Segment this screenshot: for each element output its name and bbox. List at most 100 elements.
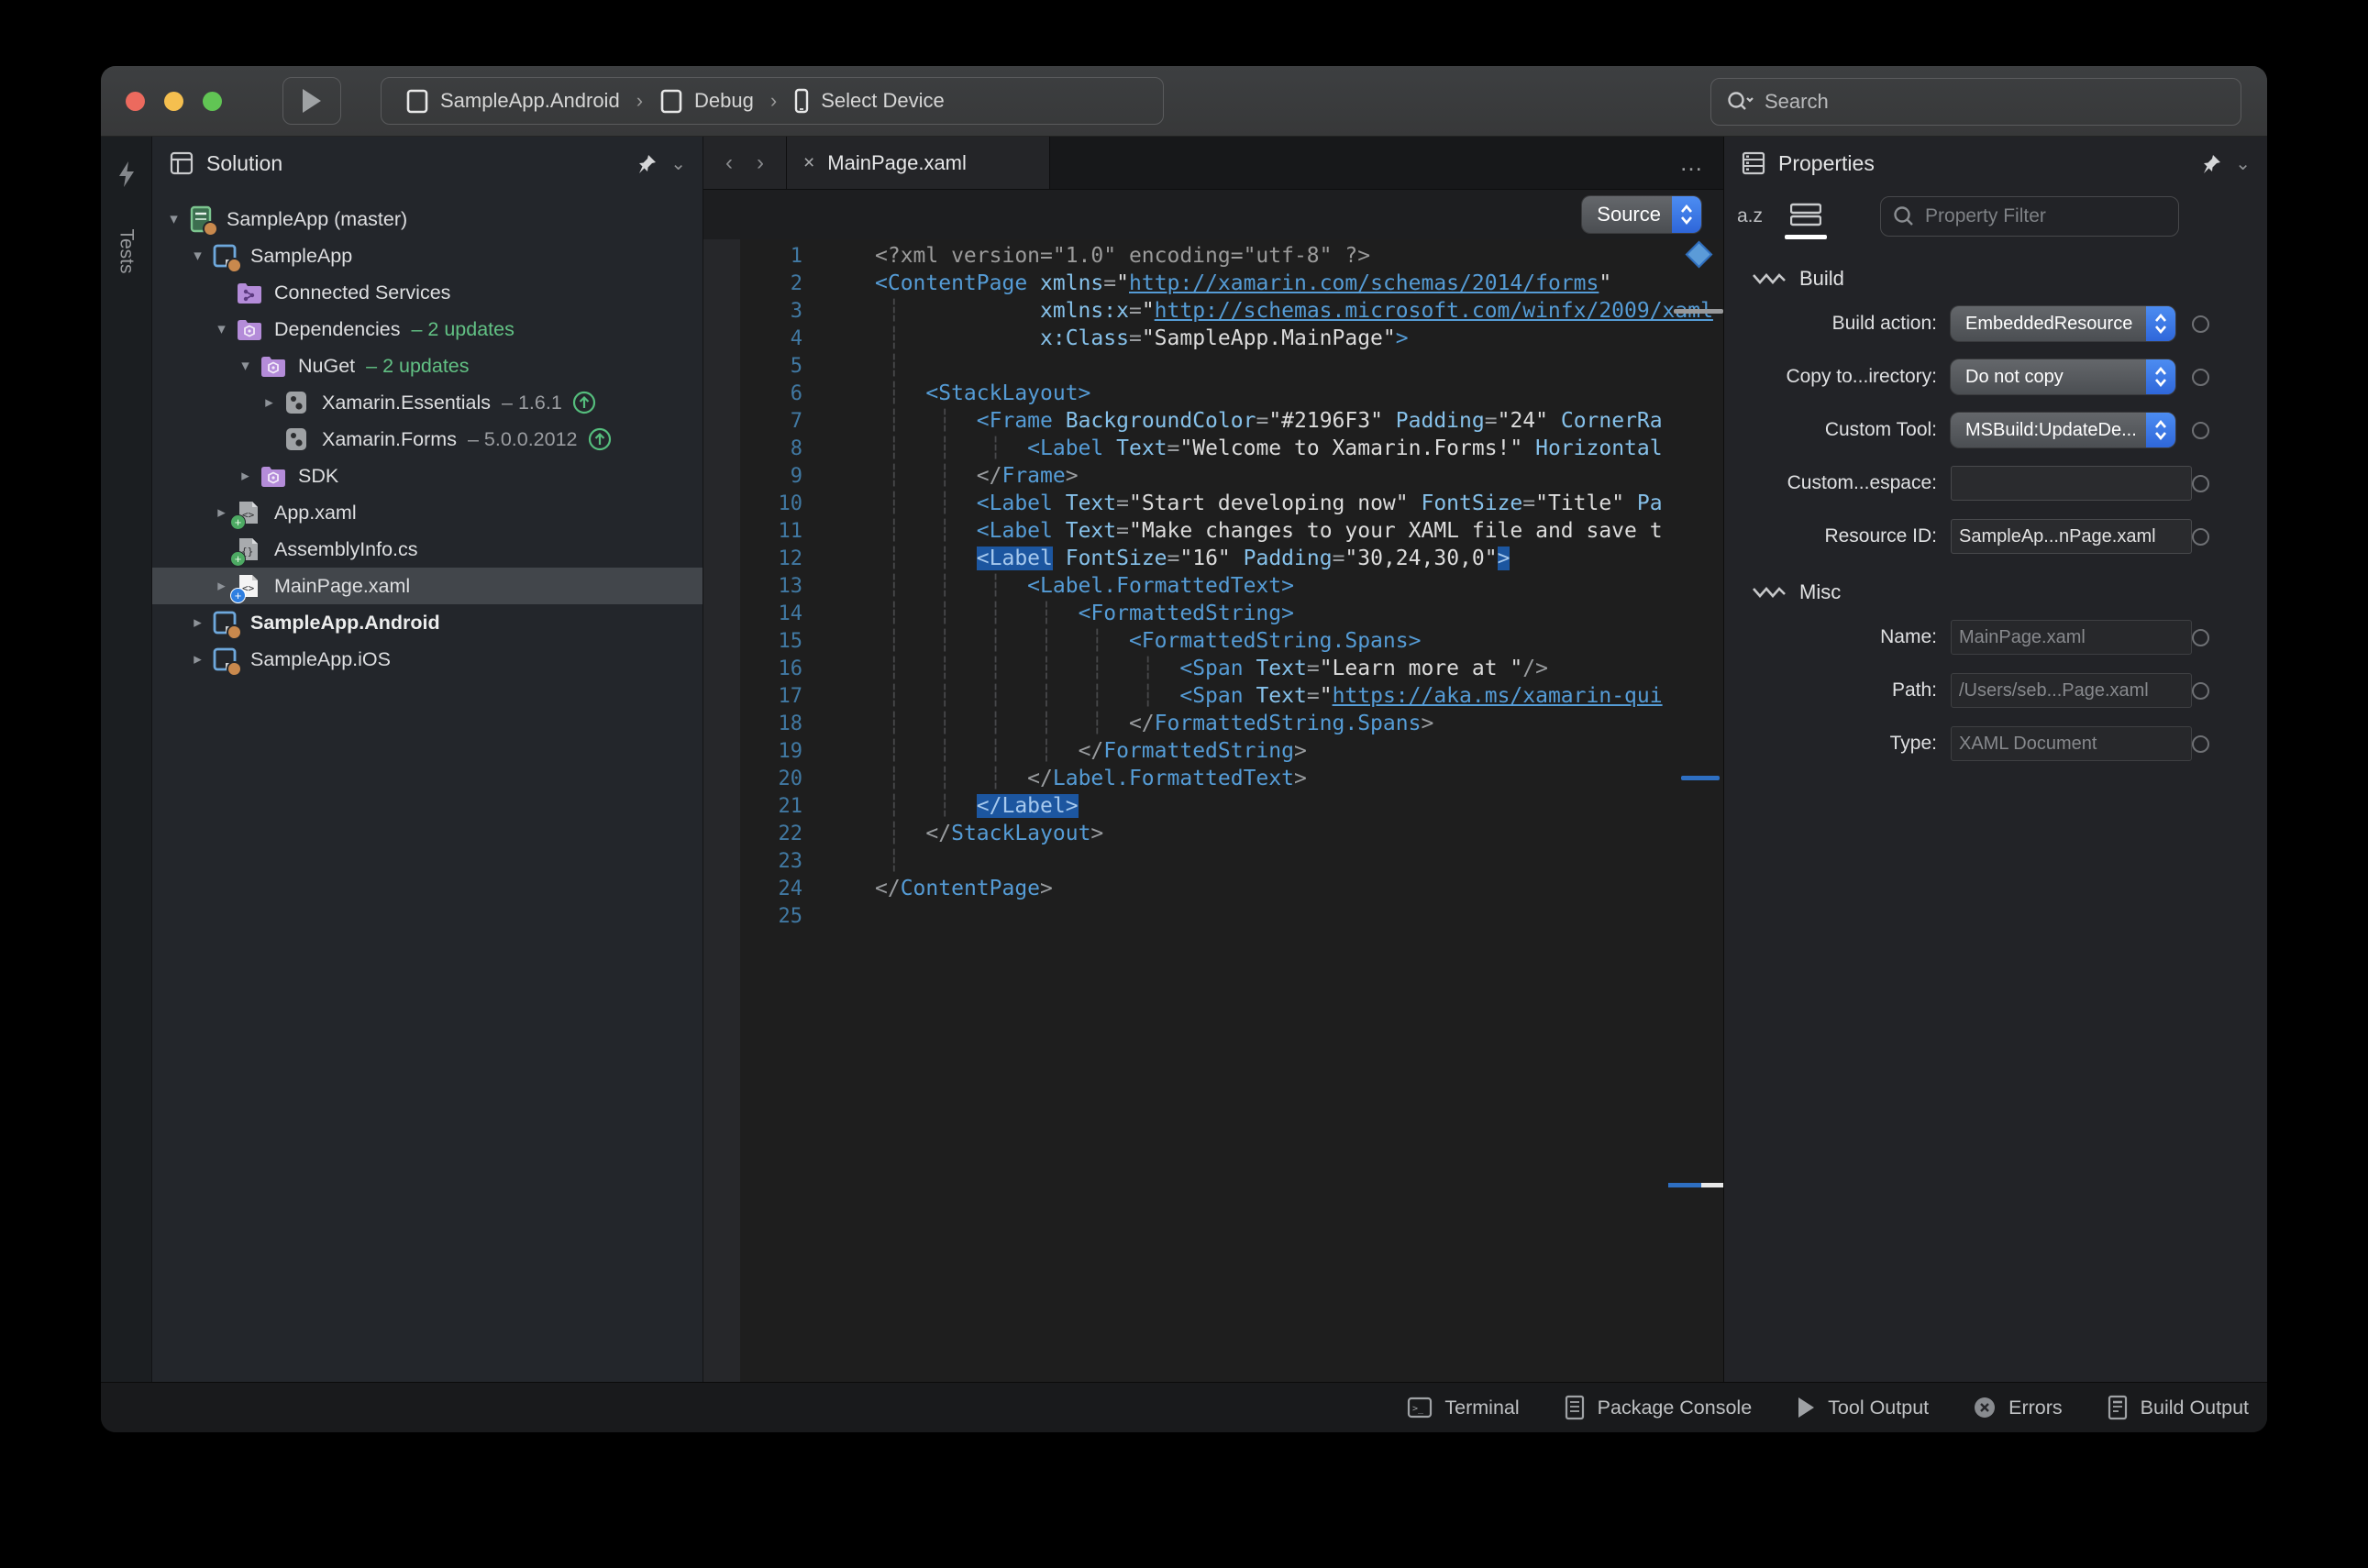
breadcrumb-segment-0[interactable]: SampleApp.Android [405, 87, 620, 115]
update-arrow-icon[interactable] [587, 426, 613, 452]
breadcrumb-segment-2[interactable]: Select Device [793, 87, 945, 115]
code-line-25[interactable]: 25 [703, 902, 1723, 930]
property-options-circle[interactable] [2192, 475, 2209, 492]
tree-item-sampleapp[interactable]: ▾SampleApp [152, 237, 703, 274]
tree-item-xamarin-forms[interactable]: Xamarin.Forms– 5.0.0.2012 [152, 421, 703, 458]
property-options-circle[interactable] [2192, 369, 2209, 386]
pin-icon[interactable] [2201, 152, 2223, 174]
code-line-5[interactable]: 5 ┆ [703, 352, 1723, 380]
group-by-category-tab[interactable] [1790, 203, 1821, 230]
chevron-right-icon[interactable]: ▸ [185, 650, 210, 668]
code-line-8[interactable]: 8 ┆ ┆ ┆ <Label Text="Welcome to Xamarin.… [703, 435, 1723, 462]
run-button[interactable] [282, 77, 341, 125]
tree-item-assemblyinfo-cs[interactable]: {}+AssemblyInfo.cs [152, 531, 703, 568]
code-line-13[interactable]: 13 ┆ ┆ ┆ <Label.FormattedText> [703, 572, 1723, 600]
code-line-2[interactable]: 2<ContentPage xmlns="http://xamarin.com/… [703, 270, 1723, 297]
breadcrumb-segment-1[interactable]: Debug [659, 87, 754, 115]
property-filter-input[interactable]: Property Filter [1880, 196, 2179, 237]
code-editor[interactable]: 1<?xml version="1.0" encoding="utf-8" ?>… [703, 239, 1723, 1382]
code-line-6[interactable]: 6 ┆ <StackLayout> [703, 380, 1723, 407]
code-line-16[interactable]: 16 ┆ ┆ ┆ ┆ ┆ ┆ <Span Text="Learn more at… [703, 655, 1723, 682]
chevron-down-icon[interactable]: ▾ [209, 320, 234, 338]
code-line-15[interactable]: 15 ┆ ┆ ┆ ┆ ┆ <FormattedString.Spans> [703, 627, 1723, 655]
code-token: "Learn more at " [1320, 657, 1523, 680]
sort-alpha-tab[interactable]: a.z [1737, 205, 1763, 227]
tree-item-sampleapp-ios[interactable]: ▸SampleApp.iOS [152, 641, 703, 678]
property-options-circle[interactable] [2192, 629, 2209, 646]
code-line-23[interactable]: 23 ┆ [703, 847, 1723, 875]
chevron-right-icon[interactable]: ▸ [257, 393, 282, 412]
section-header[interactable]: Misc [1724, 580, 2267, 604]
tests-bolt-icon[interactable] [115, 160, 138, 193]
tree-item-mainpage-xaml[interactable]: ▸<>+MainPage.xaml [152, 568, 703, 604]
code-line-3[interactable]: 3 ┆ xmlns:x="http://schemas.microsoft.co… [703, 297, 1723, 325]
code-token: > [1498, 547, 1510, 570]
tree-item-sdk[interactable]: ▸SDK [152, 458, 703, 494]
property-input[interactable]: SampleAp...nPage.xaml [1951, 519, 2192, 554]
tree-item-sampleapp-android[interactable]: ▸SampleApp.Android [152, 604, 703, 641]
code-line-7[interactable]: 7 ┆ ┆ <Frame BackgroundColor="#2196F3" P… [703, 407, 1723, 435]
tab-overflow-button[interactable]: … [1679, 137, 1723, 189]
code-token: </ [1129, 712, 1155, 735]
minimize-window-button[interactable] [164, 92, 183, 111]
statusbar-tool-output[interactable]: Tool Output [1796, 1396, 1929, 1419]
tree-item-app-xaml[interactable]: ▸<>+App.xaml [152, 494, 703, 531]
statusbar-build-output[interactable]: Build Output [2107, 1395, 2249, 1420]
code-line-19[interactable]: 19 ┆ ┆ ┆ ┆ </FormattedString> [703, 737, 1723, 765]
chevron-down-icon[interactable]: ⌄ [2235, 152, 2251, 175]
chevron-down-icon[interactable]: ▾ [233, 357, 258, 375]
source-mode-select[interactable]: Source [1582, 196, 1701, 233]
section-header[interactable]: Build [1724, 267, 2267, 291]
close-window-button[interactable] [126, 92, 145, 111]
code-token: Horizontal [1535, 436, 1662, 460]
orange-dot-badge [227, 661, 242, 677]
chevron-down-icon[interactable]: ▾ [161, 210, 186, 228]
search-input[interactable]: Search [1710, 78, 2241, 126]
zoom-window-button[interactable] [203, 92, 222, 111]
tree-item-sampleapp-master-[interactable]: ▾SampleApp (master) [152, 201, 703, 237]
code-line-14[interactable]: 14 ┆ ┆ ┆ ┆ <FormattedString> [703, 600, 1723, 627]
code-line-18[interactable]: 18 ┆ ┆ ┆ ┆ ┆ </FormattedString.Spans> [703, 710, 1723, 737]
code-line-17[interactable]: 17 ┆ ┆ ┆ ┆ ┆ ┆ <Span Text="https://aka.m… [703, 682, 1723, 710]
code-token [1053, 519, 1066, 543]
update-arrow-icon[interactable] [571, 390, 597, 415]
tree-item-nuget[interactable]: ▾NuGet– 2 updates [152, 348, 703, 384]
tab-mainpage-xaml[interactable]: × MainPage.xaml [787, 137, 1050, 189]
code-line-4[interactable]: 4 ┆ x:Class="SampleApp.MainPage"> [703, 325, 1723, 352]
property-select[interactable]: Do not copy [1951, 359, 2175, 394]
statusbar-terminal[interactable]: >_Terminal [1407, 1396, 1519, 1419]
property-options-circle[interactable] [2192, 315, 2209, 333]
tree-item-connected-services[interactable]: Connected Services [152, 274, 703, 311]
code-line-21[interactable]: 21 ┆ ┆ </Label> [703, 792, 1723, 820]
property-options-circle[interactable] [2192, 735, 2209, 753]
property-options-circle[interactable] [2192, 422, 2209, 439]
code-line-22[interactable]: 22 ┆ </StackLayout> [703, 820, 1723, 847]
property-select[interactable]: MSBuild:UpdateDe... [1951, 413, 2175, 447]
code-line-1[interactable]: 1<?xml version="1.0" encoding="utf-8" ?> [703, 242, 1723, 270]
code-line-12[interactable]: 12 ┆ ┆ <Label FontSize="16" Padding="30,… [703, 545, 1723, 572]
tree-item-xamarin-essentials[interactable]: ▸Xamarin.Essentials– 1.6.1 [152, 384, 703, 421]
property-options-circle[interactable] [2192, 682, 2209, 700]
code-token: "Title" [1535, 491, 1624, 515]
code-line-9[interactable]: 9 ┆ ┆ </Frame> [703, 462, 1723, 490]
property-options-circle[interactable] [2192, 528, 2209, 546]
close-tab-icon[interactable]: × [803, 152, 814, 174]
statusbar-errors[interactable]: Errors [1973, 1396, 2063, 1419]
chevron-right-icon[interactable]: ▸ [233, 467, 258, 485]
statusbar-package-console[interactable]: Package Console [1564, 1395, 1753, 1420]
nav-forward-button[interactable]: › [757, 150, 764, 176]
chevron-right-icon[interactable]: ▸ [185, 613, 210, 632]
chevron-down-icon[interactable]: ⌄ [670, 152, 686, 175]
code-line-20[interactable]: 20 ┆ ┆ ┆ </Label.FormattedText> [703, 765, 1723, 792]
chevron-down-icon[interactable]: ▾ [185, 247, 210, 265]
property-select[interactable]: EmbeddedResource [1951, 306, 2175, 341]
code-line-24[interactable]: 24</ContentPage> [703, 875, 1723, 902]
tests-tab[interactable]: Tests [115, 228, 137, 273]
tree-item-dependencies[interactable]: ▾Dependencies– 2 updates [152, 311, 703, 348]
code-line-11[interactable]: 11 ┆ ┆ <Label Text="Make changes to your… [703, 517, 1723, 545]
pin-icon[interactable] [636, 152, 658, 174]
nav-back-button[interactable]: ‹ [725, 150, 733, 176]
code-line-10[interactable]: 10 ┆ ┆ <Label Text="Start developing now… [703, 490, 1723, 517]
breadcrumb[interactable]: SampleApp.Android›Debug›Select Device [381, 77, 1164, 125]
property-input[interactable] [1951, 466, 2192, 501]
